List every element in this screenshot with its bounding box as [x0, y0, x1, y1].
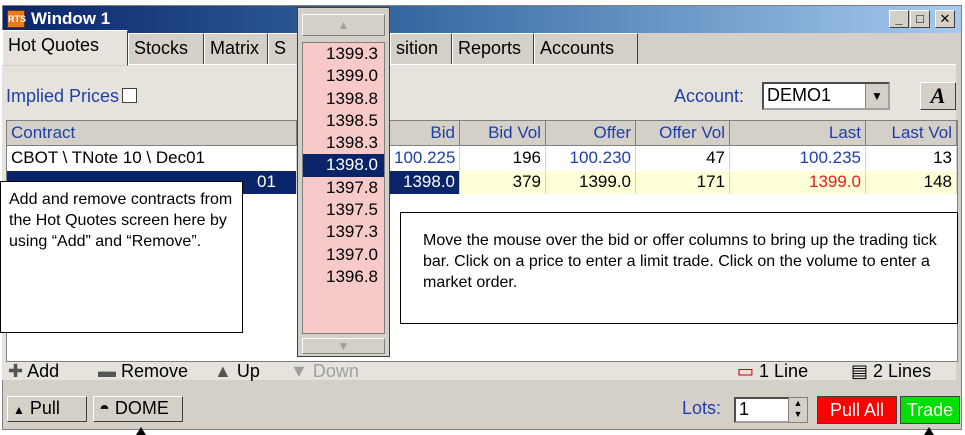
tab-stocks[interactable]: Stocks [128, 33, 204, 66]
column-header-last-vol[interactable]: Last Vol [866, 121, 957, 146]
tab-hot-quotes[interactable]: Hot Quotes [2, 30, 128, 66]
pointer-marker-trade [924, 427, 934, 435]
tab-reports[interactable]: Reports [452, 33, 534, 66]
lots-label: Lots: [682, 398, 722, 418]
tab-position[interactable]: sition [390, 33, 452, 66]
tick-price[interactable]: 1399.0 [303, 65, 384, 87]
implied-prices-label: Implied Prices [6, 86, 120, 106]
contract-cell: CBOT \ TNote 10 \ Dec01 [7, 147, 297, 170]
offer-vol-cell[interactable]: 171 [636, 171, 730, 194]
pull-button[interactable]: ▲ Pull [7, 396, 87, 422]
pull-label: Pull [29, 398, 60, 418]
bid-vol-cell[interactable]: 196 [460, 147, 546, 170]
tab-s[interactable]: S [268, 33, 300, 66]
triangle-up-icon: ▲ [13, 403, 25, 417]
two-lines-icon: ▤ [851, 361, 869, 381]
last-cell: 1399.0 [730, 171, 866, 194]
two-lines-button[interactable]: ▤ 2 Lines [851, 361, 931, 382]
offer-vol-cell[interactable]: 47 [636, 147, 730, 170]
font-button[interactable]: A [920, 82, 956, 110]
account-select[interactable]: DEMO1 ▼ [762, 82, 890, 110]
chevron-down-icon[interactable]: ▼ [865, 84, 888, 108]
tick-price[interactable]: 1397.5 [303, 199, 384, 221]
tick-price[interactable]: 1399.3 [303, 43, 384, 65]
minimize-button[interactable]: _ [889, 10, 909, 28]
tick-price[interactable]: 1397.0 [303, 244, 384, 266]
last-cell: 100.235 [730, 147, 866, 170]
offer-cell[interactable]: 100.230 [546, 147, 636, 170]
up-label: Up [236, 361, 260, 381]
maximize-button[interactable]: □ [910, 10, 930, 28]
up-button[interactable]: ▲ Up [214, 361, 260, 382]
last-vol-cell: 148 [866, 171, 957, 194]
dome-icon: ◓ [99, 398, 110, 418]
close-button[interactable]: ✕ [935, 10, 955, 28]
one-line-button[interactable]: ▭ 1 Line [737, 361, 808, 382]
tick-price-selected[interactable]: 1398.0 [303, 154, 384, 177]
window-title: Window 1 [31, 9, 111, 28]
column-header-offer[interactable]: Offer [546, 121, 636, 146]
callout-tick-bar: Move the mouse over the bid or offer col… [400, 212, 958, 324]
minus-icon: ▬ [98, 361, 116, 381]
tick-price[interactable]: 1397.8 [303, 177, 384, 199]
chevron-down-icon[interactable]: ▼ [302, 338, 385, 354]
tick-price[interactable]: 1398.5 [303, 110, 384, 132]
tick-price[interactable]: 1398.8 [303, 88, 384, 110]
column-header-offer-vol[interactable]: Offer Vol [636, 121, 730, 146]
account-value: DEMO1 [767, 85, 832, 105]
down-label: Down [312, 361, 359, 381]
offer-cell[interactable]: 1399.0 [546, 171, 636, 194]
dome-button[interactable]: ◓ DOME [93, 396, 183, 422]
one-line-label: 1 Line [759, 361, 809, 381]
callout-add-remove: Add and remove contracts from the Hot Qu… [0, 181, 243, 333]
pointer-marker-dome [136, 427, 146, 435]
remove-button[interactable]: ▬ Remove [98, 361, 188, 382]
tab-matrix[interactable]: Matrix [204, 33, 268, 66]
column-header-contract[interactable]: Contract [7, 121, 297, 146]
tick-price[interactable]: 1397.3 [303, 221, 384, 243]
trading-tick-bar[interactable]: ▲ 1399.3 1399.0 1398.8 1398.5 1398.3 139… [297, 7, 390, 357]
bid-vol-cell[interactable]: 379 [460, 171, 546, 194]
down-button[interactable]: ▼ Down [290, 361, 359, 382]
trade-button[interactable]: Trade [900, 396, 960, 424]
tick-price-list[interactable]: 1399.3 1399.0 1398.8 1398.5 1398.3 1398.… [302, 42, 385, 334]
bid-cell[interactable]: 1398.0 [390, 171, 460, 194]
bid-cell[interactable]: 100.225 [390, 147, 460, 170]
chevron-up-icon[interactable]: ▲ [302, 14, 385, 36]
remove-label: Remove [121, 361, 189, 381]
lots-spinner[interactable]: ▲ ▼ [788, 397, 808, 423]
one-line-icon: ▭ [737, 361, 755, 381]
title-bar[interactable]: RTS Window 1 _ □ ✕ [3, 6, 961, 33]
add-label: Add [27, 361, 60, 381]
app-icon: RTS [7, 10, 26, 28]
two-lines-label: 2 Lines [873, 361, 932, 381]
tab-accounts[interactable]: Accounts [534, 33, 638, 66]
column-header-last[interactable]: Last [730, 121, 866, 146]
column-header-bid-vol[interactable]: Bid Vol [460, 121, 546, 146]
implied-prices-toggle[interactable]: Implied Prices [6, 86, 138, 107]
tick-price[interactable]: 1398.3 [303, 132, 384, 154]
pull-all-button[interactable]: Pull All [817, 396, 897, 424]
account-label: Account: [674, 86, 745, 106]
arrow-up-icon: ▲ [214, 361, 232, 381]
column-header-bid[interactable]: Bid [390, 121, 460, 146]
implied-prices-checkbox[interactable] [122, 88, 138, 103]
tick-price[interactable]: 1396.8 [303, 266, 384, 288]
add-button[interactable]: ✚ Add [8, 361, 59, 382]
plus-icon: ✚ [8, 361, 24, 381]
last-vol-cell: 13 [866, 147, 957, 170]
dome-label: DOME [114, 398, 169, 418]
arrow-down-icon: ▼ [290, 361, 308, 381]
